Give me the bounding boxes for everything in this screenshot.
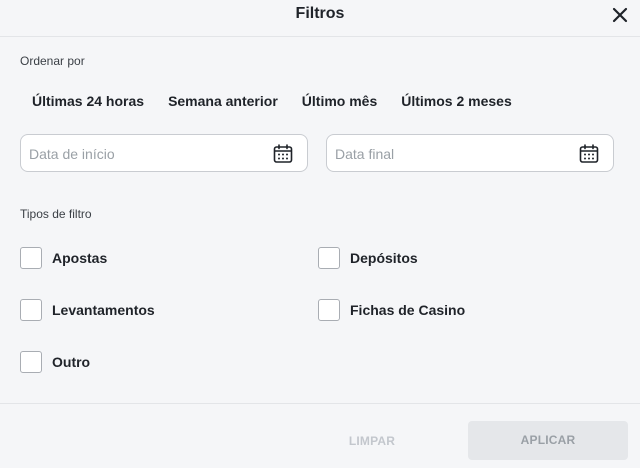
dialog-footer: LIMPAR APLICAR: [0, 403, 640, 468]
filter-types-label: Tipos de filtro: [20, 207, 92, 221]
period-last-24h[interactable]: Últimas 24 horas: [20, 91, 156, 111]
checkbox-box[interactable]: [20, 247, 42, 269]
end-date-input[interactable]: [335, 144, 565, 164]
calendar-icon[interactable]: [579, 144, 599, 164]
period-last-2-months[interactable]: Últimos 2 meses: [389, 91, 524, 111]
end-date-field[interactable]: [326, 134, 614, 172]
period-options: Últimas 24 horas Semana anterior Último …: [20, 91, 524, 111]
checkbox-label: Levantamentos: [52, 302, 155, 318]
start-date-input[interactable]: [29, 144, 259, 164]
checkbox-box[interactable]: [318, 299, 340, 321]
checkbox-levantamentos[interactable]: Levantamentos: [20, 299, 155, 321]
checkbox-label: Apostas: [52, 250, 108, 266]
period-last-week[interactable]: Semana anterior: [156, 91, 290, 111]
calendar-icon[interactable]: [273, 144, 293, 164]
checkbox-label: Depósitos: [350, 250, 418, 266]
checkbox-box[interactable]: [318, 247, 340, 269]
start-date-field[interactable]: [20, 134, 308, 172]
dialog-header: Filtros: [0, 0, 640, 37]
close-icon[interactable]: [610, 5, 630, 25]
apply-button[interactable]: APLICAR: [468, 421, 628, 460]
checkbox-fichas-de-casino[interactable]: Fichas de Casino: [318, 299, 465, 321]
checkbox-apostas[interactable]: Apostas: [20, 247, 107, 269]
checkbox-box[interactable]: [20, 351, 42, 373]
sort-label: Ordenar por: [20, 54, 85, 68]
checkbox-box[interactable]: [20, 299, 42, 321]
clear-button[interactable]: LIMPAR: [332, 422, 412, 460]
checkbox-depositos[interactable]: Depósitos: [318, 247, 418, 269]
dialog-title: Filtros: [295, 5, 345, 22]
checkbox-label: Fichas de Casino: [350, 302, 466, 318]
checkbox-label: Outro: [52, 354, 91, 370]
checkbox-outro[interactable]: Outro: [20, 351, 90, 373]
period-last-month[interactable]: Último mês: [290, 91, 389, 111]
